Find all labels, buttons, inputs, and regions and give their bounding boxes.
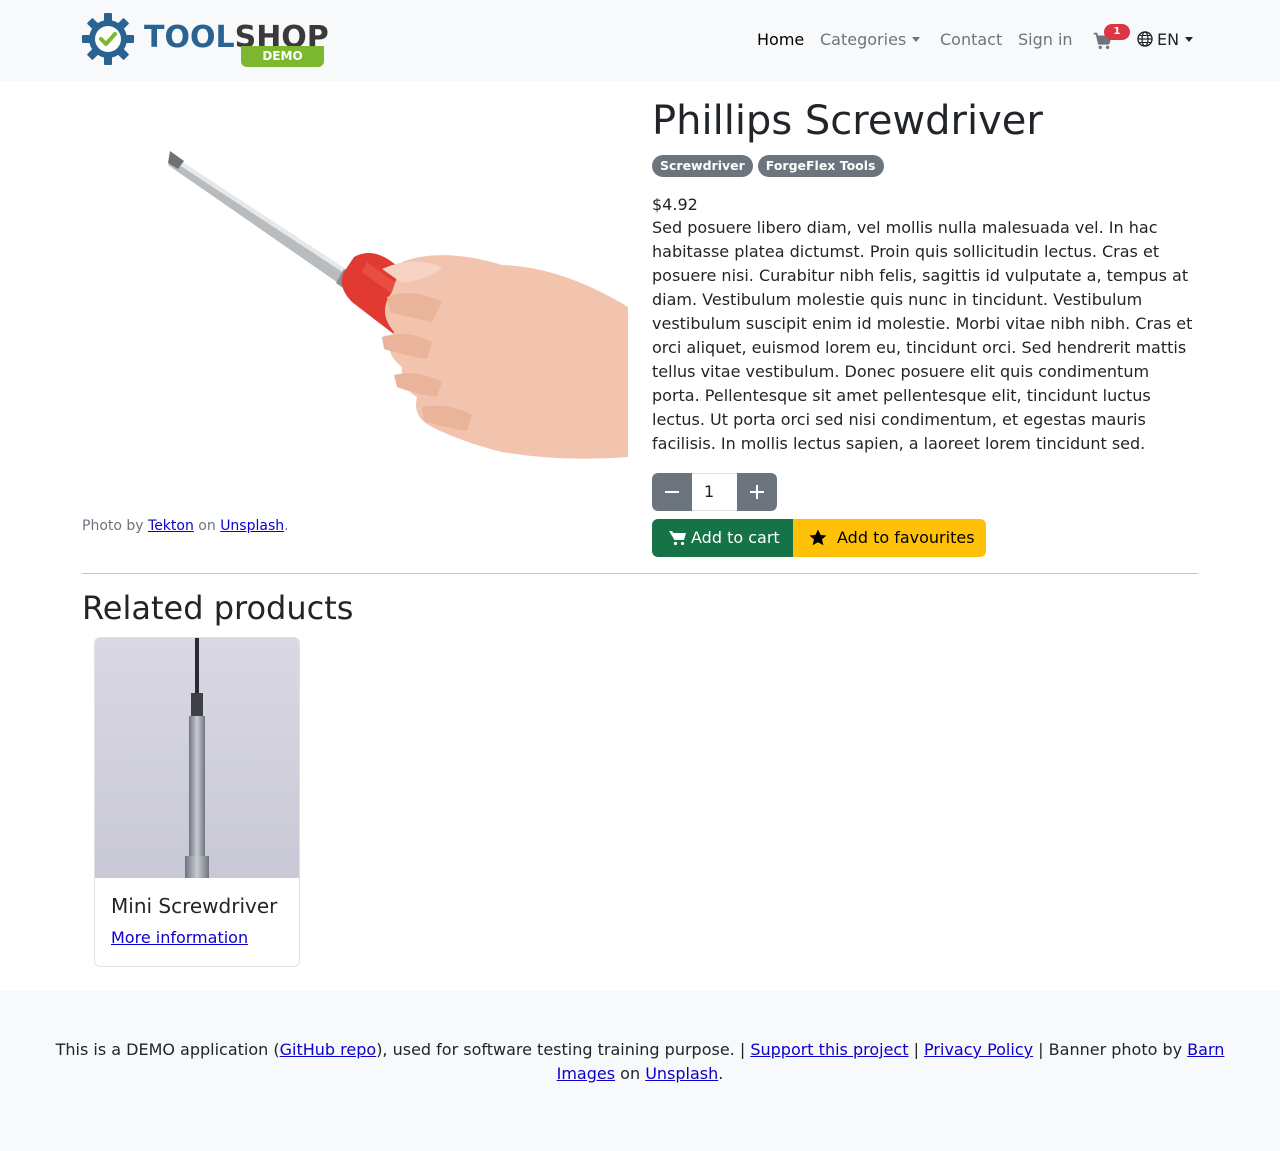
category-badge: Screwdriver — [652, 155, 753, 177]
credit-suffix: . — [284, 518, 289, 534]
decrease-quantity-button[interactable] — [652, 473, 692, 511]
caret-down-icon — [912, 37, 921, 42]
photo-credit: Photo by Tekton on Unsplash. — [82, 516, 289, 536]
globe-icon — [1137, 31, 1153, 47]
add-to-favourites-label: Add to favourites — [837, 528, 975, 547]
toolshop-logo[interactable]: TOOLSHOP DEMO — [82, 13, 332, 69]
credit-author-link[interactable]: Tekton — [148, 518, 194, 534]
section-divider — [82, 573, 1198, 574]
credit-prefix: Photo by — [82, 518, 149, 534]
nav-sign-in[interactable]: Sign in — [1018, 28, 1073, 52]
privacy-policy-link[interactable]: Privacy Policy — [924, 1040, 1033, 1059]
gear-check-icon — [82, 13, 134, 65]
github-repo-link[interactable]: GitHub repo — [280, 1040, 377, 1059]
product-price: $4.92 — [652, 195, 698, 214]
logo-word-tool: TOOL — [144, 20, 235, 55]
add-to-cart-label: Add to cart — [691, 528, 780, 547]
credit-middle: on — [193, 518, 221, 534]
add-to-cart-button[interactable]: Add to cart — [652, 519, 793, 557]
unsplash-link[interactable]: Unsplash — [645, 1064, 718, 1083]
footer-text-3: | — [908, 1040, 925, 1059]
nav-categories-dropdown[interactable]: Categories — [820, 28, 921, 52]
top-navbar: TOOLSHOP DEMO Home Categories Contact Si… — [0, 0, 1280, 81]
language-dropdown[interactable]: EN — [1137, 28, 1194, 52]
footer-text-5: on — [615, 1064, 646, 1083]
product-title: Phillips Screwdriver — [652, 98, 1043, 144]
related-product-card[interactable]: Mini Screwdriver More information — [94, 637, 300, 967]
footer-text-4: | Banner photo by — [1033, 1040, 1188, 1059]
minus-icon — [665, 491, 679, 493]
nav-home[interactable]: Home — [757, 28, 804, 52]
language-label: EN — [1157, 30, 1180, 49]
quantity-input[interactable]: 1 — [692, 473, 737, 511]
product-image — [82, 97, 628, 497]
plus-icon — [750, 485, 764, 499]
related-product-image — [95, 638, 299, 878]
increase-quantity-button[interactable] — [737, 473, 777, 511]
cart-count-badge: 1 — [1104, 24, 1130, 40]
footer-text: This is a DEMO application (GitHub repo)… — [40, 1038, 1240, 1086]
caret-down-icon — [1185, 37, 1194, 42]
add-to-favourites-button[interactable]: Add to favourites — [793, 519, 986, 557]
brand-badge: ForgeFlex Tools — [757, 155, 884, 177]
page-footer: This is a DEMO application (GitHub repo)… — [0, 991, 1280, 1151]
nav-contact[interactable]: Contact — [940, 28, 1002, 52]
more-information-link[interactable]: More information — [111, 927, 248, 949]
logo-demo-tag: DEMO — [241, 46, 324, 67]
footer-text-2: ), used for software testing training pu… — [376, 1040, 751, 1059]
footer-text-6: . — [718, 1064, 724, 1083]
support-project-link[interactable]: Support this project — [750, 1040, 908, 1059]
related-products-heading: Related products — [82, 589, 354, 627]
quantity-stepper: 1 — [652, 473, 777, 511]
related-product-title: Mini Screwdriver — [111, 894, 278, 918]
shopping-cart-icon — [669, 531, 686, 546]
footer-text-1: This is a DEMO application ( — [55, 1040, 280, 1059]
credit-site-link[interactable]: Unsplash — [220, 518, 284, 534]
star-icon — [809, 529, 827, 546]
product-tags: Screwdriver ForgeFlex Tools — [652, 155, 884, 177]
product-description: Sed posuere libero diam, vel mollis null… — [652, 218, 1193, 453]
nav-categories-label: Categories — [820, 30, 907, 49]
